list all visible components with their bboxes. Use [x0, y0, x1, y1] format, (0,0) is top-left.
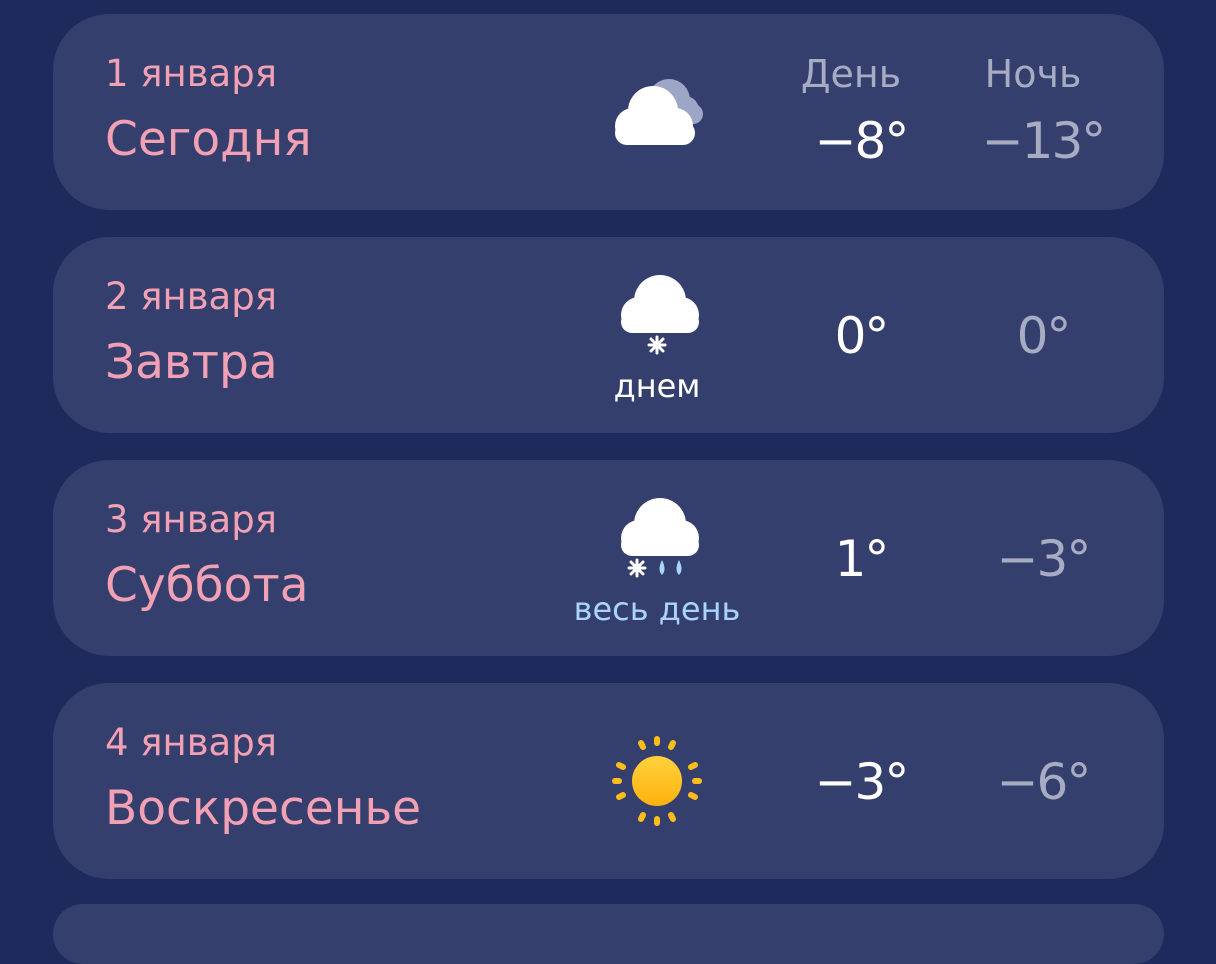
precipitation-note: весь день: [573, 590, 741, 628]
day-card-5-partial[interactable]: [53, 904, 1164, 964]
day-temperature: −3°: [814, 753, 910, 811]
day-card-2[interactable]: 2 января Завтра днем 0° 0°: [53, 237, 1164, 433]
day-date: 1 января: [105, 52, 277, 95]
day-card-3[interactable]: 3 января Суббота весь день 1° −3°: [53, 460, 1164, 656]
cloud-snow-icon: [605, 267, 715, 371]
night-temperature: 0°: [1016, 307, 1072, 365]
day-temperature: −8°: [814, 112, 910, 170]
night-column-header: Ночь: [984, 52, 1082, 96]
day-card-4[interactable]: 4 января Воскресенье −3° −6°: [53, 683, 1164, 879]
day-name: Воскресенье: [105, 781, 422, 836]
day-date: 3 января: [105, 498, 277, 541]
night-temperature: −13°: [981, 112, 1107, 170]
day-column-header: День: [800, 52, 902, 96]
day-name: Сегодня: [105, 112, 312, 167]
day-date: 4 января: [105, 721, 277, 764]
cloud-snow-rain-icon: [605, 490, 715, 594]
day-card-1[interactable]: 1 января Сегодня День Ночь −8° −13°: [53, 14, 1164, 210]
night-temperature: −3°: [996, 530, 1092, 588]
day-temperature: 1°: [834, 530, 890, 588]
precipitation-note: днем: [613, 367, 701, 405]
sun-icon: [605, 735, 715, 839]
day-name: Завтра: [105, 335, 278, 390]
day-date: 2 января: [105, 275, 277, 318]
partly-cloudy-icon: [605, 66, 715, 160]
night-temperature: −6°: [996, 753, 1092, 811]
day-name: Суббота: [105, 558, 309, 613]
day-temperature: 0°: [834, 307, 890, 365]
